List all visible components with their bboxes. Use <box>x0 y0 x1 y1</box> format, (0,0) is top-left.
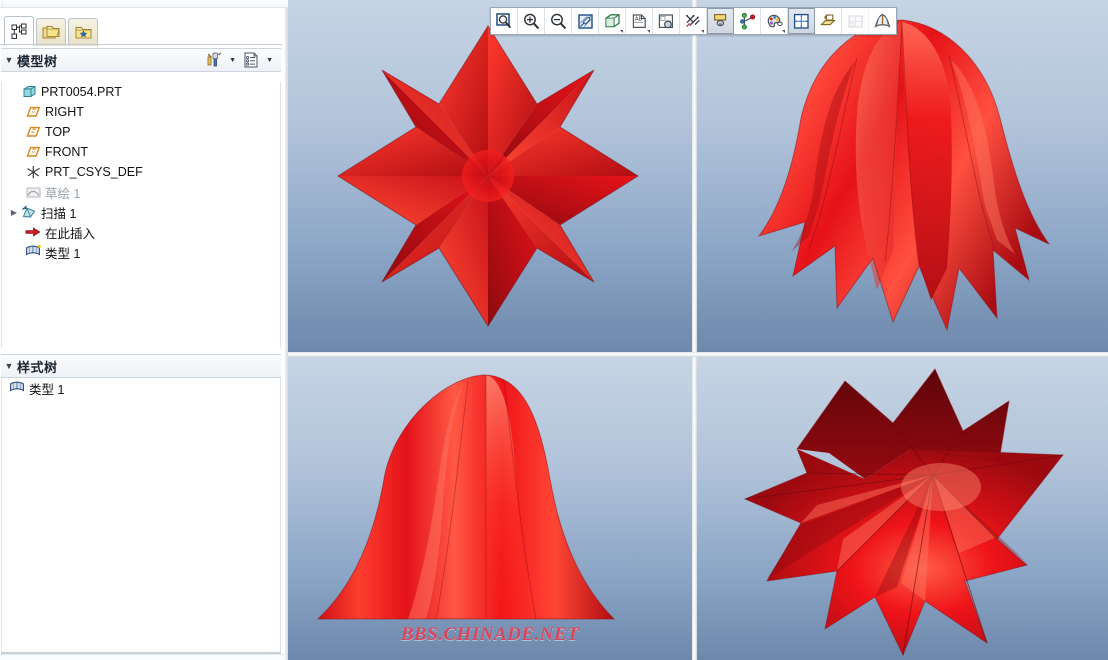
model-tree-collapse-caret[interactable]: ▼ <box>1 55 17 65</box>
part-icon <box>20 84 38 100</box>
viewport-horizontal-divider[interactable] <box>288 352 1108 357</box>
tree-settings-dropdown-caret[interactable]: ▼ <box>225 57 240 64</box>
tree-item-front-plane[interactable]: FRONT <box>2 142 280 162</box>
tree-expander-sweep[interactable]: ▶ <box>8 208 20 217</box>
sketch-icon <box>24 184 42 200</box>
svg-text:AB: AB <box>634 16 642 22</box>
style-tree-list[interactable]: 类型 1 <box>1 378 281 653</box>
hierarchy-icon <box>11 23 28 40</box>
tree-item-right-plane[interactable]: RIGHT <box>2 102 280 122</box>
tree-item-label: RIGHT <box>45 105 84 119</box>
model-tree-tab[interactable] <box>4 16 34 46</box>
style-tree-item[interactable]: 类型 1 <box>2 378 280 398</box>
model-tree-header: ▼ 模型树 ▼ ▼ <box>1 48 281 72</box>
display-style-dropdown-arrow[interactable] <box>620 30 623 33</box>
datum-plane-icon <box>24 104 42 120</box>
favorites-tab[interactable] <box>68 18 98 46</box>
folder-browser-tab[interactable] <box>36 18 66 46</box>
datum-display-icon[interactable] <box>680 8 707 34</box>
snapshot-icon[interactable] <box>653 8 680 34</box>
tree-columns-dropdown-caret[interactable]: ▼ <box>262 57 277 64</box>
sweep-icon <box>20 204 38 220</box>
style-tree-header: ▼ 样式树 <box>1 354 281 378</box>
tree-item-label: 类型 1 <box>45 246 81 261</box>
tabs-divider <box>0 44 282 45</box>
csys-display-icon[interactable] <box>734 8 761 34</box>
view-front[interactable]: BBS.CHINADE.NET <box>288 357 692 660</box>
tree-item-label: PRT0054.PRT <box>41 85 122 99</box>
appearance-icon[interactable] <box>761 8 788 34</box>
repaint-icon[interactable] <box>572 8 599 34</box>
datum-plane-icon <box>24 124 42 140</box>
insert-here-icon <box>24 224 42 240</box>
tree-settings-button[interactable] <box>203 50 225 70</box>
annotation-display-icon[interactable] <box>707 8 734 34</box>
tree-item-insert-here[interactable]: 在此插入 <box>2 222 280 242</box>
model-tree-title: 模型树 <box>17 53 58 69</box>
datum-plane-icon <box>24 144 42 160</box>
viewport-vertical-divider[interactable] <box>692 0 697 660</box>
display-style-icon[interactable] <box>599 8 626 34</box>
tree-item-label: 草绘 1 <box>45 186 81 201</box>
tree-item-csys[interactable]: PRT_CSYS_DEF <box>2 162 280 182</box>
saved-views-dropdown-arrow[interactable] <box>647 30 650 33</box>
plane-grid-icon[interactable] <box>788 8 815 34</box>
view-bottom-iso[interactable] <box>697 357 1108 660</box>
folder-star-icon <box>74 24 93 41</box>
navigator-tabs <box>4 14 100 46</box>
graphics-area[interactable]: BBS.CHINADE.NET <box>288 0 1108 660</box>
tree-item-label: 扫描 1 <box>41 206 77 221</box>
model-tree-list[interactable]: PRT0054.PRT RIGHT TOP FRONT PRT_CSYS_DEF… <box>1 82 281 348</box>
tree-item-style[interactable]: 类型 1 <box>2 242 280 262</box>
appearance-dropdown-arrow[interactable] <box>782 30 785 33</box>
tree-item-part[interactable]: PRT0054.PRT <box>2 82 280 102</box>
tree-columns-button[interactable] <box>240 50 262 70</box>
tree-item-label: FRONT <box>45 145 89 159</box>
folders-icon <box>42 24 61 41</box>
tree-item-sweep[interactable]: ▶ 扫描 1 <box>2 202 280 222</box>
style-tree-title: 样式树 <box>17 359 58 375</box>
zoom-box-icon[interactable] <box>491 8 518 34</box>
tree-item-label: PRT_CSYS_DEF <box>45 165 143 179</box>
style-tree-collapse-caret[interactable]: ▼ <box>1 361 17 371</box>
view-top[interactable] <box>288 0 692 352</box>
layer-icon[interactable] <box>815 8 842 34</box>
tree-item-top-plane[interactable]: TOP <box>2 122 280 142</box>
panel-footer <box>0 654 288 660</box>
style-tree-item-label: 类型 1 <box>29 382 65 397</box>
style-icon <box>8 380 26 396</box>
tree-item-label: TOP <box>45 125 71 139</box>
datum-display-dropdown-arrow[interactable] <box>701 30 704 33</box>
saved-views-icon[interactable]: AB <box>626 8 653 34</box>
view-toolbar: AB <box>490 7 897 35</box>
csys-icon <box>24 164 42 180</box>
navigator-panel: ▼ 模型树 ▼ ▼ PRT0054.PRT RIGHT TOP FRONT PR… <box>0 8 288 660</box>
tree-item-sketch[interactable]: 草绘 1 <box>2 182 280 202</box>
spine-surface-icon[interactable] <box>869 8 896 34</box>
view-isometric[interactable] <box>697 0 1108 352</box>
style-icon <box>24 244 42 260</box>
grid-disabled-icon <box>842 8 869 34</box>
tree-item-label: 在此插入 <box>45 226 96 241</box>
zoom-in-icon[interactable] <box>518 8 545 34</box>
zoom-out-icon[interactable] <box>545 8 572 34</box>
